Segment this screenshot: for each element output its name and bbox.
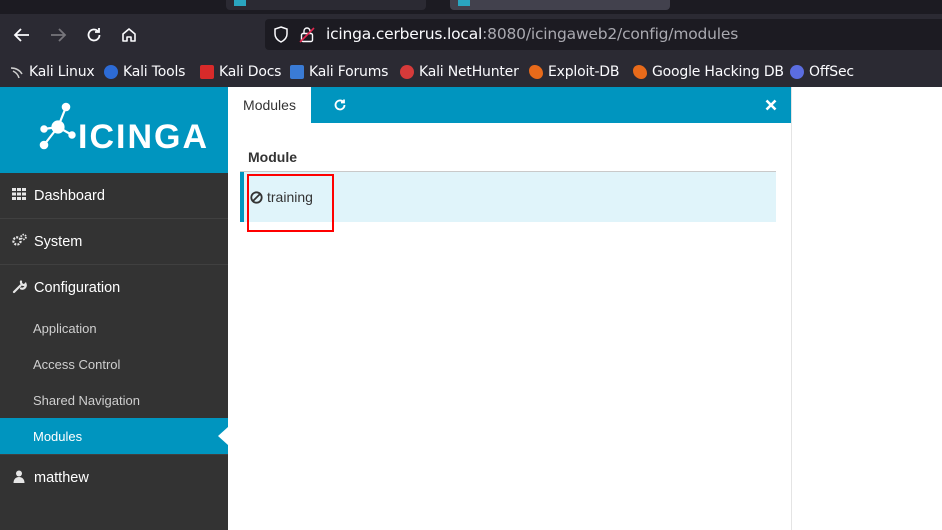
sidebar-subitem-label: Modules xyxy=(33,428,83,444)
sidebar-item-system[interactable]: System xyxy=(0,219,228,265)
arrow-left-icon xyxy=(13,28,29,42)
bookmark-kali-linux[interactable]: Kali Linux xyxy=(10,56,95,87)
sidebar-item-label: Configuration xyxy=(34,279,121,296)
bookmark-kali-nethunter[interactable]: Kali NetHunter xyxy=(400,56,519,87)
bookmark-label: OffSec xyxy=(809,63,854,80)
grid-icon xyxy=(12,188,26,203)
url-path: :8080/icingaweb2/config/modules xyxy=(482,25,739,43)
bookmark-label: Exploit-DB xyxy=(548,63,620,80)
refresh-icon xyxy=(334,99,346,111)
bookmark-kali-docs[interactable]: Kali Docs xyxy=(200,56,281,87)
sidebar-subitem-application[interactable]: Application xyxy=(0,310,228,346)
nethunter-icon xyxy=(400,64,414,79)
url-host: icinga.cerberus.local xyxy=(326,25,483,43)
ghdb-icon xyxy=(633,64,647,79)
kali-forums-icon xyxy=(290,64,304,79)
kali-tools-icon xyxy=(104,64,118,79)
sidebar-item-user[interactable]: matthew xyxy=(0,454,228,500)
tab-modules[interactable]: Modules xyxy=(228,87,311,123)
bookmark-label: Kali Linux xyxy=(29,63,95,80)
sidebar-item-label: System xyxy=(34,233,83,250)
kali-dragon-icon xyxy=(10,65,24,79)
main-column: Modules Module training xyxy=(228,87,792,530)
table-header-module: Module xyxy=(240,149,776,172)
reload-icon xyxy=(87,28,101,42)
red-highlight-box xyxy=(247,174,334,232)
sidebar-menu: Dashboard System Configuration Applicati… xyxy=(0,173,228,500)
sidebar-subitem-label: Shared Navigation xyxy=(33,392,140,408)
home-button[interactable] xyxy=(115,22,143,48)
gears-icon xyxy=(12,233,27,250)
bookmark-label: Kali NetHunter xyxy=(419,63,519,80)
bookmark-label: Kali Tools xyxy=(123,63,186,80)
kali-docs-icon xyxy=(200,64,214,79)
bookmark-label: Kali Forums xyxy=(309,63,389,80)
insecure-lock-icon[interactable] xyxy=(299,26,315,48)
shield-icon[interactable] xyxy=(273,26,289,48)
browser-navbar: icinga.cerberus.local:8080/icingaweb2/co… xyxy=(0,14,942,56)
bookmarks-bar: Kali Linux Kali Tools Kali Docs Kali For… xyxy=(0,56,942,87)
sidebar-subitem-access-control[interactable]: Access Control xyxy=(0,346,228,382)
browser-tab-active[interactable] xyxy=(450,0,670,10)
url-bar[interactable]: icinga.cerberus.local:8080/icingaweb2/co… xyxy=(265,19,942,50)
browser-tab-strip xyxy=(0,0,942,14)
offsec-icon xyxy=(790,64,804,79)
sidebar-item-label: matthew xyxy=(34,469,89,486)
configuration-submenu: Application Access Control Shared Naviga… xyxy=(0,310,228,454)
back-button[interactable] xyxy=(8,22,36,48)
sidebar-subitem-shared-navigation[interactable]: Shared Navigation xyxy=(0,382,228,418)
tab-label: Modules xyxy=(243,97,296,113)
sidebar-item-label: Dashboard xyxy=(34,187,105,204)
bookmark-kali-forums[interactable]: Kali Forums xyxy=(290,56,388,87)
sidebar-item-dashboard[interactable]: Dashboard xyxy=(0,173,228,219)
close-column-button[interactable] xyxy=(761,93,781,117)
sidebar: icinga Dashboard System Configuration Ap… xyxy=(0,87,228,530)
user-icon xyxy=(12,470,26,486)
bookmark-label: Kali Docs xyxy=(219,63,282,80)
column-tabs: Modules xyxy=(228,87,791,123)
bookmark-kali-tools[interactable]: Kali Tools xyxy=(104,56,185,87)
sidebar-subitem-modules[interactable]: Modules xyxy=(0,418,228,454)
sidebar-subitem-label: Access Control xyxy=(33,356,121,372)
sidebar-item-configuration[interactable]: Configuration xyxy=(0,265,228,310)
brand-name: icinga xyxy=(78,118,209,156)
bookmark-google-hacking-db[interactable]: Google Hacking DB xyxy=(633,56,784,87)
wrench-icon xyxy=(12,279,27,297)
sidebar-subitem-label: Application xyxy=(33,320,97,336)
exploit-db-icon xyxy=(529,64,543,79)
browser-tab[interactable] xyxy=(226,0,426,10)
refresh-button[interactable] xyxy=(331,96,349,114)
tab-favicon xyxy=(458,0,470,6)
arrow-right-icon xyxy=(51,28,67,42)
bookmark-exploit-db[interactable]: Exploit-DB xyxy=(529,56,619,87)
url-text[interactable]: icinga.cerberus.local:8080/icingaweb2/co… xyxy=(326,19,738,50)
tab-favicon xyxy=(234,0,246,6)
icinga-logo[interactable]: icinga xyxy=(0,87,228,173)
close-icon xyxy=(765,99,777,111)
forward-button[interactable] xyxy=(44,22,72,48)
reload-button[interactable] xyxy=(80,22,108,48)
home-icon xyxy=(122,28,136,42)
bookmark-label: Google Hacking DB xyxy=(652,63,784,80)
bookmark-offsec[interactable]: OffSec xyxy=(790,56,854,87)
